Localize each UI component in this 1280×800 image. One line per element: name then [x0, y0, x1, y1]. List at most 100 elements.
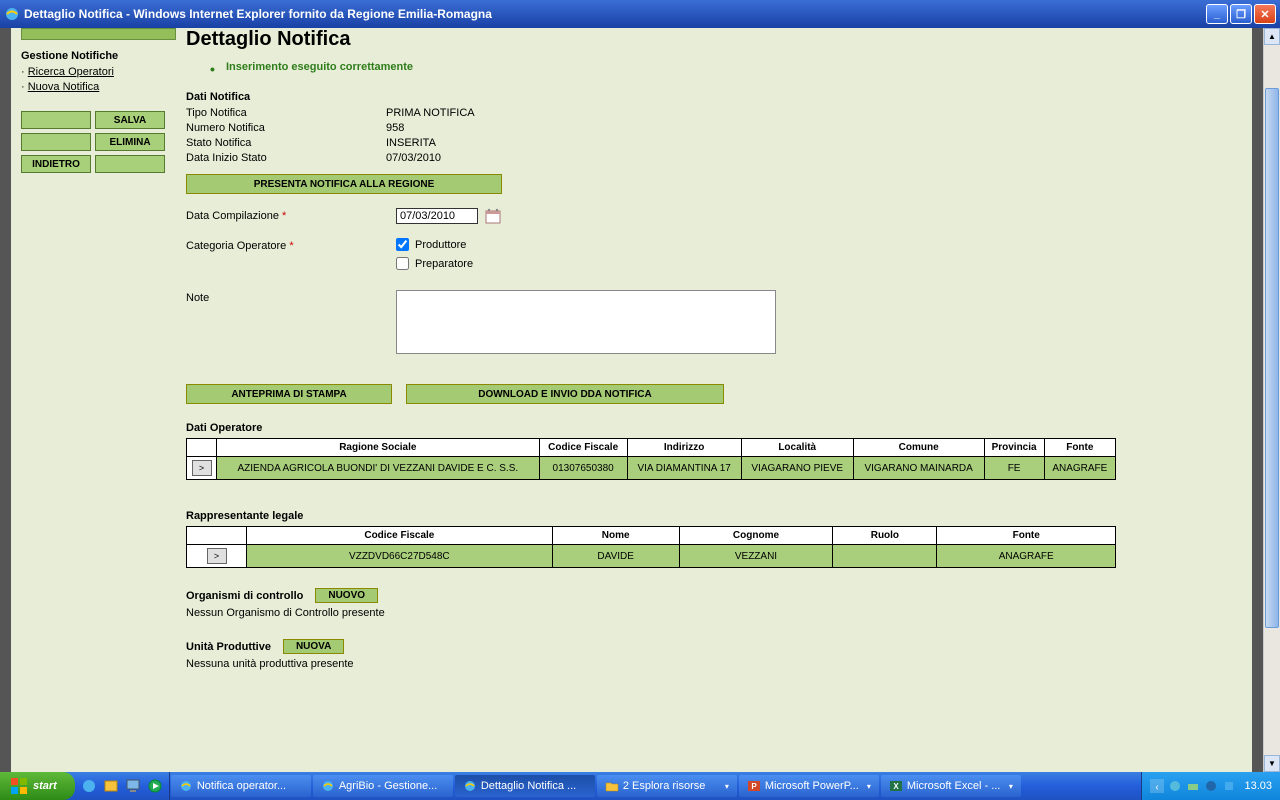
- page-edge-left: [0, 28, 11, 772]
- td-fonte-2: ANAGRAFE: [937, 545, 1116, 568]
- svg-text:X: X: [893, 782, 899, 791]
- success-message: Inserimento eseguito correttamente: [226, 61, 1242, 73]
- td-ruolo: [833, 545, 937, 568]
- media-quick-icon[interactable]: [147, 778, 163, 794]
- label-numero-notifica: Numero Notifica: [186, 122, 386, 134]
- value-numero-notifica: 958: [386, 122, 404, 134]
- label-preparatore: Preparatore: [415, 258, 473, 270]
- table-row: > VZZDVD66C27D548C DAVIDE VEZZANI ANAGRA…: [187, 545, 1116, 568]
- minimize-button[interactable]: _: [1206, 4, 1228, 24]
- ie-quick-icon[interactable]: [81, 778, 97, 794]
- label-data-compilazione: Data Compilazione *: [186, 208, 396, 222]
- chevron-down-icon: ▾: [725, 782, 729, 791]
- link-ricerca-operatori[interactable]: Ricerca Operatori: [28, 66, 114, 78]
- nuova-unita-button[interactable]: NUOVA: [283, 639, 344, 654]
- th-blank-2: [187, 527, 247, 545]
- anteprima-stampa-button[interactable]: ANTEPRIMA DI STAMPA: [186, 384, 392, 404]
- window-titlebar: Dettaglio Notifica - Windows Internet Ex…: [0, 0, 1280, 28]
- elimina-button[interactable]: ELIMINA: [95, 133, 165, 151]
- label-produttore: Produttore: [415, 239, 466, 251]
- ie-icon: [4, 6, 20, 22]
- dati-operatore-table: Ragione Sociale Codice Fiscale Indirizzo…: [186, 438, 1116, 480]
- tray-icon-3[interactable]: [1186, 779, 1200, 793]
- label-data-inizio: Data Inizio Stato: [186, 152, 386, 164]
- ppt-icon: P: [747, 779, 761, 793]
- organismi-msg: Nessun Organismo di Controllo presente: [186, 607, 1242, 619]
- scroll-up-arrow[interactable]: ▲: [1264, 28, 1280, 45]
- taskbar-item[interactable]: Dettaglio Notifica ...: [455, 775, 595, 797]
- taskbar: start Notifica operator...AgriBio - Gest…: [0, 772, 1280, 800]
- indietro-button[interactable]: INDIETRO: [21, 155, 91, 173]
- svg-text:‹: ‹: [1156, 782, 1159, 793]
- desktop-quick-icon[interactable]: [125, 778, 141, 794]
- th-ragione: Ragione Sociale: [217, 439, 540, 457]
- sidebar-link-ricerca: · Ricerca Operatori: [21, 66, 176, 78]
- organismi-heading: Organismi di controllo: [186, 590, 303, 602]
- main-content: Dettaglio Notifica Inserimento eseguito …: [186, 28, 1252, 772]
- scroll-thumb[interactable]: [1265, 88, 1279, 628]
- td-fonte: ANAGRAFE: [1044, 457, 1115, 480]
- taskbar-item[interactable]: Notifica operator...: [171, 775, 311, 797]
- th-fonte-2: Fonte: [937, 527, 1116, 545]
- calendar-icon[interactable]: [485, 208, 501, 224]
- taskbar-item[interactable]: PMicrosoft PowerP...▾: [739, 775, 879, 797]
- download-invio-button[interactable]: DOWNLOAD E INVIO DDA NOTIFICA: [406, 384, 724, 404]
- tray-icon-5[interactable]: [1222, 779, 1236, 793]
- maximize-button[interactable]: ❐: [1230, 4, 1252, 24]
- sidebar-empty-button-1[interactable]: [21, 111, 91, 129]
- value-stato-notifica: INSERITA: [386, 137, 436, 149]
- row-select-button-2[interactable]: >: [207, 548, 227, 564]
- sidebar-empty-button-2[interactable]: [21, 133, 91, 151]
- label-note: Note: [186, 290, 396, 304]
- tray-icon-4[interactable]: [1204, 779, 1218, 793]
- td-indirizzo: VIA DIAMANTINA 17: [627, 457, 741, 480]
- th-cf: Codice Fiscale: [539, 439, 627, 457]
- th-nome: Nome: [552, 527, 679, 545]
- th-blank: [187, 439, 217, 457]
- data-compilazione-input[interactable]: [396, 208, 478, 224]
- sidebar-empty-button-3[interactable]: [95, 155, 165, 173]
- dati-operatore-heading: Dati Operatore: [186, 422, 1242, 434]
- chevron-down-icon: ▾: [867, 782, 871, 791]
- sidebar: Gestione Notifiche · Ricerca Operatori ·…: [11, 28, 186, 772]
- th-cf-2: Codice Fiscale: [247, 527, 553, 545]
- rappresentante-heading: Rappresentante legale: [186, 510, 1242, 522]
- th-provincia: Provincia: [984, 439, 1044, 457]
- vertical-scrollbar[interactable]: ▲ ▼: [1263, 28, 1280, 772]
- tray-icon-2[interactable]: [1168, 779, 1182, 793]
- checkbox-preparatore[interactable]: [396, 257, 409, 270]
- note-textarea[interactable]: [396, 290, 776, 354]
- td-prov: FE: [984, 457, 1044, 480]
- label-stato-notifica: Stato Notifica: [186, 137, 386, 149]
- td-cf-2: VZZDVD66C27D548C: [247, 545, 553, 568]
- nuovo-organismo-button[interactable]: NUOVO: [315, 588, 378, 603]
- unita-heading: Unità Produttive: [186, 641, 271, 653]
- window-title: Dettaglio Notifica - Windows Internet Ex…: [24, 7, 1206, 21]
- system-tray: ‹ 13.03: [1141, 772, 1280, 800]
- taskbar-item[interactable]: XMicrosoft Excel - ...▾: [881, 775, 1021, 797]
- outlook-quick-icon[interactable]: [103, 778, 119, 794]
- th-comune: Comune: [853, 439, 984, 457]
- taskbar-item[interactable]: AgriBio - Gestione...: [313, 775, 453, 797]
- scroll-down-arrow[interactable]: ▼: [1264, 755, 1280, 772]
- tray-icon-1[interactable]: ‹: [1150, 779, 1164, 793]
- dati-notifica-heading: Dati Notifica: [186, 91, 1242, 103]
- folder-icon: [605, 779, 619, 793]
- close-button[interactable]: ✕: [1254, 4, 1276, 24]
- label-tipo-notifica: Tipo Notifica: [186, 107, 386, 119]
- sidebar-heading: Gestione Notifiche: [21, 50, 176, 62]
- th-ruolo: Ruolo: [833, 527, 937, 545]
- salva-button[interactable]: SALVA: [95, 111, 165, 129]
- start-button[interactable]: start: [0, 772, 75, 800]
- label-categoria-operatore: Categoria Operatore *: [186, 238, 396, 252]
- td-cf: 01307650380: [539, 457, 627, 480]
- row-select-button[interactable]: >: [192, 460, 212, 476]
- task-items: Notifica operator...AgriBio - Gestione..…: [170, 772, 1142, 800]
- taskbar-item[interactable]: 2 Esplora risorse▾: [597, 775, 737, 797]
- link-nuova-notifica[interactable]: Nuova Notifica: [28, 81, 100, 93]
- taskbar-clock[interactable]: 13.03: [1244, 780, 1272, 792]
- th-indirizzo: Indirizzo: [627, 439, 741, 457]
- presenta-notifica-button[interactable]: PRESENTA NOTIFICA ALLA REGIONE: [186, 174, 502, 194]
- checkbox-produttore[interactable]: [396, 238, 409, 251]
- td-comune: VIGARANO MAINARDA: [853, 457, 984, 480]
